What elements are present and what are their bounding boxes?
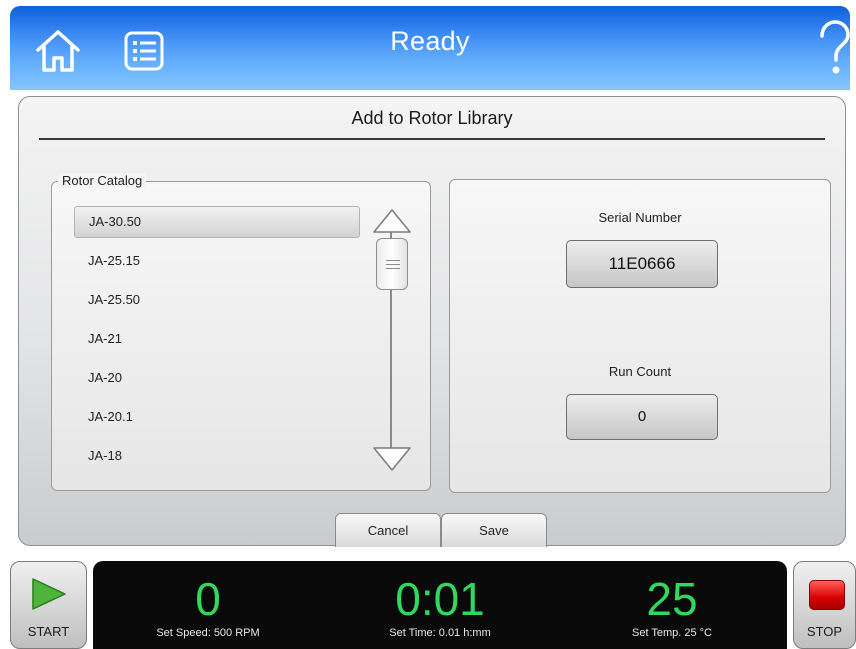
rotor-item[interactable]: JA-20 bbox=[74, 362, 360, 394]
grip-line-icon bbox=[386, 260, 400, 261]
save-button[interactable]: Save bbox=[441, 513, 547, 547]
start-button[interactable]: START bbox=[10, 561, 87, 649]
set-time-text: Set Time: 0.01 h:mm bbox=[389, 627, 491, 639]
run-count-label: Run Count bbox=[608, 364, 672, 379]
cancel-button[interactable]: Cancel bbox=[335, 513, 441, 547]
temp-value: 25 bbox=[646, 573, 698, 625]
scroll-up-arrow-icon[interactable] bbox=[372, 208, 412, 234]
time-readout: 0:01 Set Time: 0.01 h:mm bbox=[355, 561, 525, 639]
run-status-bar: 0 Set Speed: 500 RPM 0:01 Set Time: 0.01… bbox=[93, 561, 787, 649]
title-divider bbox=[39, 138, 825, 140]
set-speed-text: Set Speed: 500 RPM bbox=[156, 627, 260, 639]
grip-line-icon bbox=[386, 264, 400, 265]
run-count-field[interactable]: 0 bbox=[566, 394, 718, 440]
rotor-item[interactable]: JA-30.50 bbox=[74, 206, 360, 238]
serial-number-field[interactable]: 11E0666 bbox=[566, 240, 718, 288]
grip-line-icon bbox=[386, 268, 400, 269]
rotor-item[interactable]: JA-20.1 bbox=[74, 401, 360, 433]
rotor-item[interactable]: JA-21 bbox=[74, 323, 360, 355]
add-rotor-dialog: Add to Rotor Library Rotor Catalog JA-30… bbox=[18, 96, 846, 547]
speed-readout: 0 Set Speed: 500 RPM bbox=[123, 561, 293, 639]
status-header: Ready bbox=[10, 6, 850, 90]
set-temp-text: Set Temp. 25 °C bbox=[631, 627, 712, 639]
start-label: START bbox=[27, 624, 70, 639]
temp-readout: 25 Set Temp. 25 °C bbox=[587, 561, 757, 639]
rotor-item[interactable]: JA-18 bbox=[74, 440, 360, 472]
rotor-catalog-legend: Rotor Catalog bbox=[58, 173, 147, 188]
rotor-catalog: Rotor Catalog JA-30.50 JA-25.15 JA-25.50… bbox=[51, 173, 431, 491]
play-icon bbox=[32, 578, 66, 610]
scrollbar-thumb[interactable] bbox=[376, 238, 408, 290]
serial-number-label: Serial Number bbox=[598, 210, 682, 225]
rotor-details: Serial Number 11E0666 Run Count 0 bbox=[449, 179, 831, 493]
screen-title: Ready bbox=[390, 26, 470, 56]
stop-icon bbox=[809, 580, 845, 610]
scroll-down-arrow-icon[interactable] bbox=[372, 446, 412, 472]
rotor-item[interactable]: JA-25.15 bbox=[74, 245, 360, 277]
stop-button[interactable]: STOP bbox=[793, 561, 856, 649]
dialog-title: Add to Rotor Library bbox=[351, 108, 513, 128]
time-value: 0:01 bbox=[395, 573, 485, 625]
rotor-item[interactable]: JA-25.50 bbox=[74, 284, 360, 316]
help-icon[interactable] bbox=[816, 20, 852, 76]
stop-label: STOP bbox=[806, 624, 843, 639]
speed-value: 0 bbox=[195, 573, 221, 625]
